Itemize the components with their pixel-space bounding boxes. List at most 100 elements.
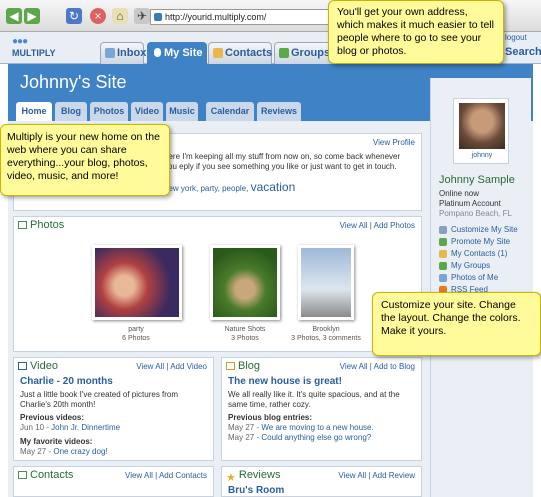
contacts-view-all[interactable]: View All xyxy=(125,471,153,480)
album-count: 6 Photos xyxy=(122,335,150,342)
blog-item-text: We all really like it. It's quite spacio… xyxy=(228,390,400,409)
forward-icon[interactable]: ▶ xyxy=(24,8,40,24)
photos-view-all[interactable]: View All xyxy=(340,221,368,230)
tab-home[interactable]: Home xyxy=(16,102,52,123)
contacts-icon xyxy=(439,250,447,258)
my-contacts-link[interactable]: My Contacts (1) xyxy=(439,249,507,258)
multiply-logo[interactable]: ●●● MULTIPLY xyxy=(12,36,62,58)
tab-reviews[interactable]: Reviews xyxy=(257,102,301,121)
video-panel: Video View All | Add Video Charlie - 20 … xyxy=(13,357,214,461)
blog-entry-link[interactable]: We are moving to a new house. xyxy=(261,423,373,432)
photos-icon xyxy=(18,221,27,230)
customize-icon xyxy=(439,226,447,234)
nav-tab-inbox[interactable]: Inbox xyxy=(100,42,147,64)
callout-address: You'll get your own address, which makes… xyxy=(328,0,504,64)
inbox-icon xyxy=(105,48,115,58)
stop-icon[interactable]: × xyxy=(90,8,106,24)
blog-entry: May 27 - We are moving to a new house. xyxy=(228,423,374,432)
contacts-panel: Contacts View All | Add Contacts xyxy=(13,466,214,497)
person-icon xyxy=(154,48,161,57)
video-item-title[interactable]: Charlie - 20 months xyxy=(20,376,113,387)
contacts-icon xyxy=(213,48,223,58)
profile-name: Johnny Sample xyxy=(439,174,515,186)
video-icon xyxy=(18,362,27,371)
sidebar-link-label: My Contacts (1) xyxy=(451,249,508,258)
back-icon[interactable]: ◀ xyxy=(6,8,22,24)
photos-title: Photos xyxy=(30,219,65,231)
video-item-text: Just a little book I've created of pictu… xyxy=(20,390,179,409)
view-profile-link[interactable]: View Profile xyxy=(373,138,415,147)
promote-arrow-icon xyxy=(439,238,447,246)
reviews-links: View All | Add Review xyxy=(338,471,415,480)
sidebar-link-label: Photos of Me xyxy=(451,273,499,282)
reviews-view-all[interactable]: View All xyxy=(338,471,366,480)
tag-list[interactable]: new york, party, people, xyxy=(164,184,248,193)
nav-tab-label: My Site xyxy=(164,47,203,59)
video-fav-link[interactable]: One crazy dog! xyxy=(53,447,107,456)
nav-tab-my-site[interactable]: My Site xyxy=(147,42,207,65)
tag-vacation[interactable]: vacation xyxy=(251,180,296,194)
profile-status: Online now xyxy=(439,189,480,198)
home-icon[interactable]: ⌂ xyxy=(112,8,128,24)
photo-brooklyn[interactable] xyxy=(298,245,354,320)
search-link[interactable]: Search xyxy=(505,46,541,58)
welcome-tags: new york, party, people, vacation xyxy=(164,180,296,194)
photos-heading: Photos xyxy=(18,219,64,231)
blog-prev-label: Previous blog entries: xyxy=(228,413,313,422)
photo-nature[interactable] xyxy=(210,245,280,320)
contacts-heading: Contacts xyxy=(18,469,73,481)
photo-party[interactable] xyxy=(92,245,182,320)
album-name[interactable]: Brooklyn xyxy=(276,325,376,334)
contacts-title: Contacts xyxy=(30,469,74,481)
tab-music[interactable]: Music xyxy=(166,102,198,121)
logo-text: MULTIPLY xyxy=(12,48,56,58)
photos-add[interactable]: Add Photos xyxy=(374,221,415,230)
photos-panel: Photos View All | Add Photos party 6 Phot… xyxy=(13,216,422,352)
avatar-photo xyxy=(459,103,505,149)
address-url: http://yourid.multiply.com/ xyxy=(165,12,267,22)
video-view-all[interactable]: View All xyxy=(136,362,164,371)
album-name[interactable]: party xyxy=(86,325,186,334)
reviews-panel: ★ Reviews View All | Add Review Bru's Roo… xyxy=(221,466,422,497)
profile-location: Pompano Beach, FL xyxy=(439,209,512,218)
photos-of-me-link[interactable]: Photos of Me xyxy=(439,273,498,282)
welcome-text: here I'm keeping all my stuff from now o… xyxy=(164,152,401,171)
promote-site-link[interactable]: Promote My Site xyxy=(439,237,510,246)
tab-calendar[interactable]: Calendar xyxy=(206,102,254,121)
video-heading: Video xyxy=(18,360,58,372)
customize-site-link[interactable]: Customize My Site xyxy=(439,225,518,234)
nav-tab-contacts[interactable]: Contacts xyxy=(208,42,272,64)
album-count: 3 Photos, 3 comments xyxy=(291,335,361,342)
avatar[interactable]: johnny xyxy=(453,98,509,164)
blog-item-title[interactable]: The new house is great! xyxy=(228,376,342,387)
avatar-name: johnny xyxy=(471,152,493,159)
blog-entry-date: May 27 - xyxy=(228,423,260,432)
sidebar-link-label: My Groups xyxy=(451,261,491,270)
video-prev-link[interactable]: John Jr. Dinnertime xyxy=(51,423,120,432)
tab-blog[interactable]: Blog xyxy=(55,102,87,121)
contacts-add[interactable]: Add Contacts xyxy=(159,471,207,480)
reviews-add[interactable]: Add Review xyxy=(372,471,415,480)
nav-tab-label: Groups xyxy=(291,47,331,59)
video-add[interactable]: Add Video xyxy=(170,362,207,371)
video-fav-entry: May 27 - One crazy dog! xyxy=(20,447,108,456)
nav-tab-label: Inbox xyxy=(117,47,147,59)
blog-entry-date: May 27 - xyxy=(228,433,260,442)
sidebar-link-label: Promote My Site xyxy=(451,237,511,246)
address-bar[interactable]: http://yourid.multiply.com/ xyxy=(150,9,350,25)
blog-links: View All | Add to Blog xyxy=(339,362,415,371)
nav-tab-label: Contacts xyxy=(225,47,273,59)
blog-view-all[interactable]: View All xyxy=(340,362,368,371)
logout-link[interactable]: logout xyxy=(505,33,527,42)
tab-video[interactable]: Video xyxy=(131,102,163,121)
reviews-item-title[interactable]: Bru's Room xyxy=(228,485,284,496)
blog-entry-link[interactable]: Could anything else go wrong? xyxy=(261,433,371,442)
blog-add[interactable]: Add to Blog xyxy=(374,362,415,371)
profile-account: Platinum Account xyxy=(439,199,501,208)
nav-tab-groups[interactable]: Groups xyxy=(274,42,334,64)
reload-icon[interactable]: ↻ xyxy=(66,8,82,24)
my-groups-link[interactable]: My Groups xyxy=(439,261,490,270)
video-prev-date: Jun 10 - xyxy=(20,423,49,432)
bookmark-icon[interactable]: ✈ xyxy=(134,8,150,24)
tab-photos[interactable]: Photos xyxy=(90,102,128,121)
